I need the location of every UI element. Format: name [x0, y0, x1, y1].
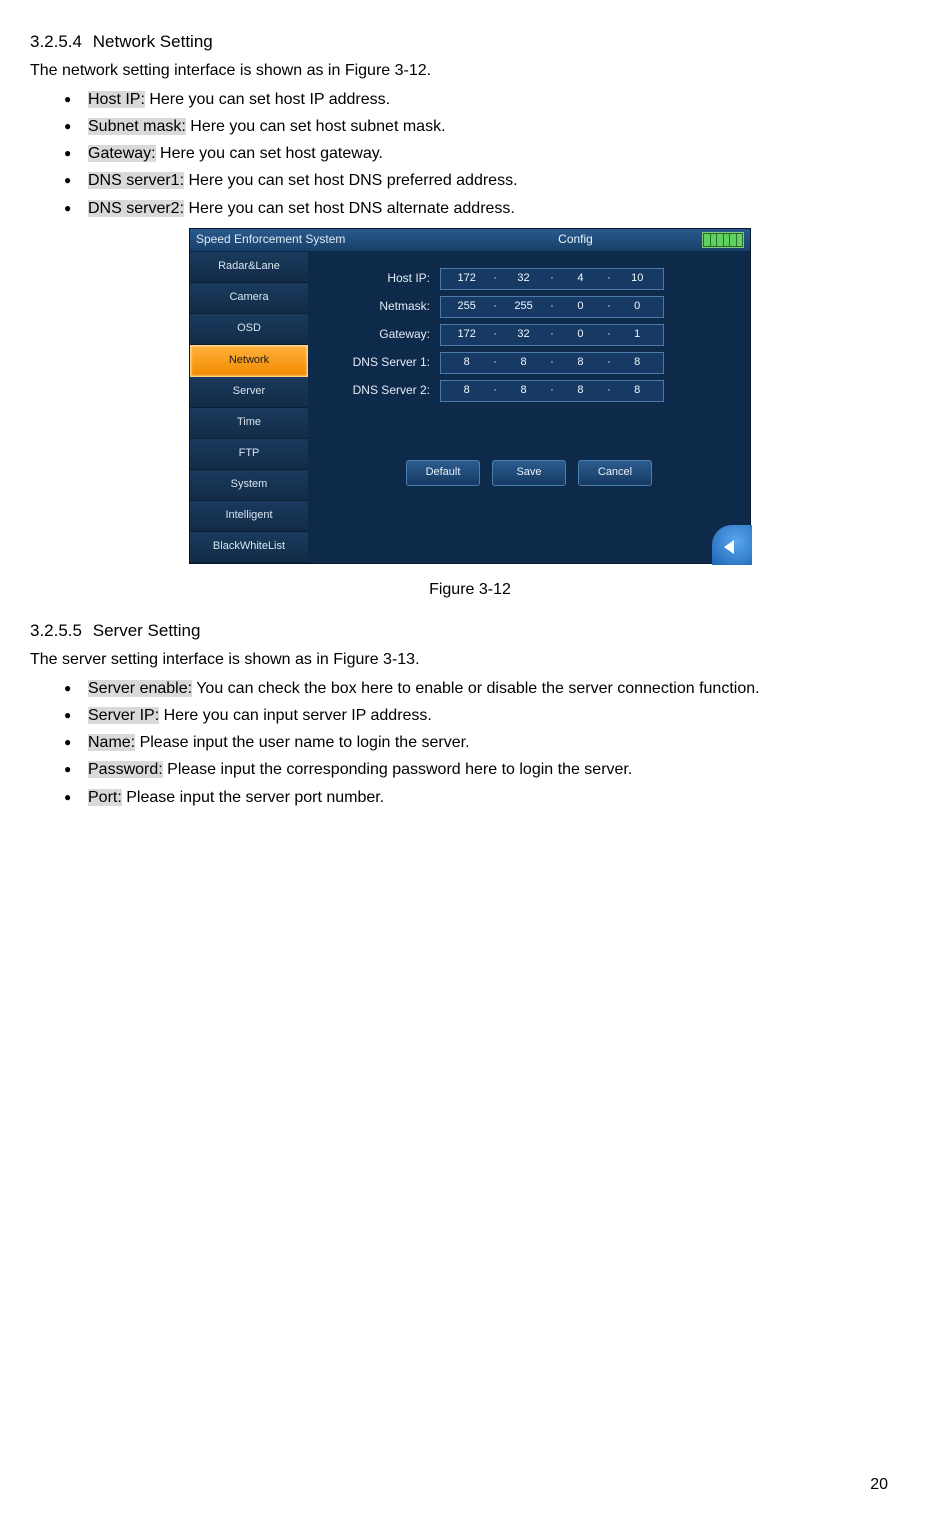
list-item: DNS server1: Here you can set host DNS p…: [64, 169, 910, 192]
term-server-ip: Server IP:: [88, 707, 159, 724]
desc: Here you can set host DNS preferred addr…: [184, 172, 518, 189]
embedded-screenshot: Speed Enforcement System Config Radar&La…: [189, 228, 751, 564]
sidebar-item-intelligent[interactable]: Intelligent: [190, 501, 308, 532]
desc: Please input the corresponding password …: [163, 761, 633, 778]
cancel-button[interactable]: Cancel: [578, 460, 652, 486]
desc: Here you can set host subnet mask.: [186, 118, 446, 135]
list-item: Password: Please input the corresponding…: [64, 758, 910, 781]
ip-octet[interactable]: 4: [565, 271, 595, 287]
list-item: DNS server2: Here you can set host DNS a…: [64, 197, 910, 220]
input-host-ip[interactable]: 172· 32· 4· 10: [440, 268, 664, 290]
ip-octet[interactable]: 8: [509, 355, 539, 371]
heading-number: 3.2.5.4: [30, 32, 82, 51]
ip-octet[interactable]: 8: [622, 383, 652, 399]
list-item: Host IP: Here you can set host IP addres…: [64, 88, 910, 111]
sidebar-item-ftp[interactable]: FTP: [190, 439, 308, 470]
ip-octet[interactable]: 8: [452, 383, 482, 399]
server-intro: The server setting interface is shown as…: [30, 648, 910, 671]
label-netmask: Netmask:: [320, 298, 440, 315]
figure-caption: Figure 3-12: [30, 578, 910, 601]
sidebar-item-network[interactable]: Network: [190, 345, 308, 377]
list-item: Server IP: Here you can input server IP …: [64, 704, 910, 727]
battery-icon: [702, 232, 744, 248]
network-bullet-list: Host IP: Here you can set host IP addres…: [30, 88, 910, 220]
ss-app-title: Speed Enforcement System: [196, 231, 449, 248]
list-item: Server enable: You can check the box her…: [64, 677, 910, 700]
sidebar-item-server[interactable]: Server: [190, 377, 308, 408]
input-gateway[interactable]: 172· 32· 0· 1: [440, 324, 664, 346]
desc: Here you can set host DNS alternate addr…: [184, 200, 515, 217]
label-dns1: DNS Server 1:: [320, 354, 440, 371]
ss-titlebar: Speed Enforcement System Config: [190, 229, 750, 252]
ip-octet[interactable]: 0: [565, 327, 595, 343]
desc: Here you can input server IP address.: [159, 707, 432, 724]
term-subnet-mask: Subnet mask:: [88, 118, 186, 135]
ss-tab-config[interactable]: Config: [449, 231, 702, 248]
list-item: Port: Please input the server port numbe…: [64, 786, 910, 809]
label-host-ip: Host IP:: [320, 270, 440, 287]
ip-octet[interactable]: 1: [622, 327, 652, 343]
term-dns1: DNS server1:: [88, 172, 184, 189]
term-server-enable: Server enable:: [88, 680, 192, 697]
ip-octet[interactable]: 0: [622, 299, 652, 315]
label-gateway: Gateway:: [320, 326, 440, 343]
desc: You can check the box here to enable or …: [192, 680, 760, 697]
input-netmask[interactable]: 255· 255· 0· 0: [440, 296, 664, 318]
input-dns1[interactable]: 8· 8· 8· 8: [440, 352, 664, 374]
ip-octet[interactable]: 32: [509, 271, 539, 287]
default-button[interactable]: Default: [406, 460, 480, 486]
ip-octet[interactable]: 8: [622, 355, 652, 371]
desc: Here you can set host IP address.: [145, 91, 390, 108]
list-item: Name: Please input the user name to logi…: [64, 731, 910, 754]
ip-octet[interactable]: 8: [452, 355, 482, 371]
desc: Here you can set host gateway.: [156, 145, 383, 162]
heading-network-setting: 3.2.5.4 Network Setting: [30, 30, 910, 55]
sidebar-item-blackwhitelist[interactable]: BlackWhiteList: [190, 532, 308, 563]
sidebar-item-time[interactable]: Time: [190, 408, 308, 439]
desc: Please input the user name to login the …: [135, 734, 469, 751]
heading-title: Network Setting: [93, 32, 213, 51]
term-gateway: Gateway:: [88, 145, 156, 162]
term-port: Port:: [88, 789, 122, 806]
ip-octet[interactable]: 255: [509, 299, 539, 315]
input-dns2[interactable]: 8· 8· 8· 8: [440, 380, 664, 402]
server-bullet-list: Server enable: You can check the box her…: [30, 677, 910, 809]
ip-octet[interactable]: 32: [509, 327, 539, 343]
ip-octet[interactable]: 8: [565, 383, 595, 399]
heading-number: 3.2.5.5: [30, 621, 82, 640]
ip-octet[interactable]: 172: [452, 271, 482, 287]
desc: Please input the server port number.: [122, 789, 384, 806]
ss-sidebar: Radar&Lane Camera OSD Network Server Tim…: [190, 252, 308, 563]
ss-main-panel: Host IP: 172· 32· 4· 10 Netmask: 255· 25…: [308, 252, 750, 563]
back-arrow-icon[interactable]: [712, 525, 752, 565]
save-button[interactable]: Save: [492, 460, 566, 486]
term-password: Password:: [88, 761, 163, 778]
page-number: 20: [870, 1473, 888, 1496]
network-intro: The network setting interface is shown a…: [30, 59, 910, 82]
term-name: Name:: [88, 734, 135, 751]
term-dns2: DNS server2:: [88, 200, 184, 217]
sidebar-item-osd[interactable]: OSD: [190, 314, 308, 345]
term-host-ip: Host IP:: [88, 91, 145, 108]
ip-octet[interactable]: 172: [452, 327, 482, 343]
label-dns2: DNS Server 2:: [320, 382, 440, 399]
list-item: Subnet mask: Here you can set host subne…: [64, 115, 910, 138]
ip-octet[interactable]: 10: [622, 271, 652, 287]
sidebar-item-camera[interactable]: Camera: [190, 283, 308, 314]
sidebar-item-radar-lane[interactable]: Radar&Lane: [190, 252, 308, 283]
ip-octet[interactable]: 0: [565, 299, 595, 315]
ip-octet[interactable]: 255: [452, 299, 482, 315]
heading-title: Server Setting: [93, 621, 201, 640]
sidebar-item-system[interactable]: System: [190, 470, 308, 501]
ip-octet[interactable]: 8: [565, 355, 595, 371]
heading-server-setting: 3.2.5.5 Server Setting: [30, 619, 910, 644]
list-item: Gateway: Here you can set host gateway.: [64, 142, 910, 165]
ip-octet[interactable]: 8: [509, 383, 539, 399]
